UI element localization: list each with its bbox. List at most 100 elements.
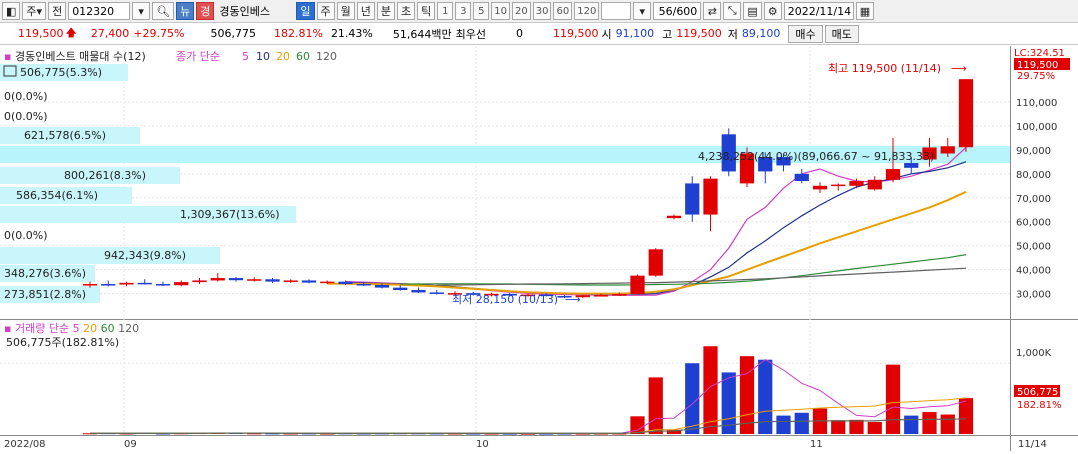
low-label: 저 <box>727 27 738 41</box>
candle-body <box>612 294 627 296</box>
tab-period-minute[interactable]: 분 <box>376 2 396 20</box>
volume-bar <box>739 356 755 434</box>
news-label: 뉴 <box>180 5 191 18</box>
chart-toolbar: ◧ 주 ▾ 전 012320 ▾ 🔍︎ 뉴 경 경동인베스 일 주 월 년 분 초… <box>0 0 1078 23</box>
price-axis-tick: 90,000 <box>1016 146 1051 157</box>
volume-profile-label: 273,851(2.8%) <box>4 288 86 301</box>
volume-bar <box>958 398 974 434</box>
draw-line-icon[interactable]: ⤡ <box>723 2 742 20</box>
open-price: 91,100 <box>615 27 655 40</box>
candle-body <box>666 215 682 219</box>
interval-120-label: 120 <box>577 5 597 17</box>
period-month-label: 월 <box>340 5 351 18</box>
candle-body <box>228 278 244 281</box>
lc-label: LC:324.51 <box>1014 48 1065 59</box>
candle-body <box>101 284 116 286</box>
candle-body <box>411 290 426 293</box>
volume-pct-tag: 182.81% <box>1017 400 1062 411</box>
x-label-nov: 11 <box>810 439 823 450</box>
tab-period-second[interactable]: 초 <box>397 2 416 20</box>
price-axis-tick: 110,000 <box>1016 98 1057 109</box>
layout-icon[interactable]: ◧ <box>2 2 21 20</box>
warning-badge[interactable]: 경 <box>196 2 215 20</box>
quote-bar: 119,500 🡅 27,400 +29.75% 506,775 182.81%… <box>0 23 1078 45</box>
code-dropdown-button[interactable]: ▾ <box>132 2 151 20</box>
interval-10[interactable]: 10 <box>491 2 511 20</box>
volume-profile-label: 586,354(6.1%) <box>16 189 98 202</box>
ma120-legend: 120 <box>316 50 337 63</box>
interval-60-label: 60 <box>556 5 570 17</box>
count-field[interactable]: 56/600 <box>653 2 702 20</box>
code-input[interactable]: 012320 <box>68 2 131 20</box>
price-axis-tick: 30,000 <box>1016 290 1051 301</box>
buy-button[interactable]: 매수 <box>788 24 823 43</box>
interval-20[interactable]: 20 <box>512 2 531 20</box>
interval-30[interactable]: 30 <box>532 2 552 20</box>
stock-name-field[interactable]: 경동인베스 <box>216 2 294 20</box>
candle-body <box>192 280 207 283</box>
chart-settings-icon[interactable]: ⇄ <box>703 2 722 20</box>
interval-5-label: 5 <box>478 5 485 17</box>
x-label-end: 11/14 <box>1018 439 1047 450</box>
candle-body <box>593 295 609 297</box>
date-field[interactable]: 2022/11/14 <box>783 2 854 20</box>
print-icon[interactable]: ▤ <box>743 2 762 20</box>
gear-icon[interactable]: ⚙ <box>763 2 782 20</box>
interval-120[interactable]: 120 <box>574 2 600 20</box>
volume-profile-label: 800,261(8.3%) <box>64 169 146 182</box>
range-annotation: 4,238,252(44.0%)(89,066.67 ~ 91,833.33) <box>698 150 934 163</box>
volume-profile-label: 348,276(3.6%) <box>4 267 86 280</box>
stock-name: 경동인베스 <box>219 5 271 18</box>
candle-body <box>867 179 882 190</box>
open-label: 시 <box>601 27 612 41</box>
chart-area[interactable]: 506,775(5.3%) 0(0.0%) 0(0.0%) 621,578(6.5%)… <box>0 46 1078 451</box>
price-axis-tick: 100,000 <box>1016 122 1057 133</box>
volume-bar <box>885 364 901 434</box>
stock-chart[interactable]: 506,775(5.3%) 0(0.0%) 0(0.0%) 621,578(6.5%)… <box>0 46 1078 451</box>
interval-30-label: 30 <box>535 5 549 17</box>
interval-5[interactable]: 5 <box>473 2 490 20</box>
period-tick-label: 틱 <box>421 5 432 18</box>
candle-body <box>831 184 846 187</box>
tab-period-month[interactable]: 월 <box>336 2 355 20</box>
price-axis: 110,000 100,000 90,000 80,000 70,000 60,000 50… <box>1016 98 1057 301</box>
interval-3[interactable]: 3 <box>455 2 472 20</box>
tab-period-week[interactable]: 주 <box>316 2 335 20</box>
candle-body <box>374 284 390 288</box>
tab-period-day[interactable]: 일 <box>296 2 315 20</box>
change-rate: +29.75% <box>133 27 185 40</box>
candle-body <box>301 280 317 283</box>
tab-period-tick[interactable]: 틱 <box>417 2 436 20</box>
price-axis-tick: 50,000 <box>1016 242 1051 253</box>
tab-period-year[interactable]: 년 <box>356 2 375 20</box>
candle-body <box>630 275 645 295</box>
interval-1-label: 1 <box>442 5 449 17</box>
news-button[interactable]: 뉴 <box>176 2 195 20</box>
ma10-legend: 10 <box>256 50 270 63</box>
interval-1[interactable]: 1 <box>437 2 454 20</box>
high-label: 고 <box>662 27 673 41</box>
turnover-rate: 21.43% <box>330 27 373 40</box>
count-value: 56/600 <box>658 4 698 18</box>
calendar-icon[interactable]: ▦ <box>855 2 875 20</box>
high-arrow-icon: ⟶ <box>951 62 967 75</box>
volume-bar <box>776 415 791 434</box>
period-select[interactable]: 전 <box>48 2 67 20</box>
price-axis-tick: 70,000 <box>1016 194 1051 205</box>
volume-bar <box>648 377 663 434</box>
search-icon[interactable]: 🔍︎ <box>152 2 175 20</box>
current-price: 119,500 <box>18 27 64 40</box>
low-annotation: 최저 28,150 (10/13) <box>452 293 558 306</box>
candle-body <box>82 284 98 286</box>
market-select[interactable]: 주 ▾ <box>22 2 47 20</box>
sell-button[interactable]: 매도 <box>824 24 859 43</box>
volume-panel-title: ▪ 거래량 단순 5 20 60 120 <box>4 322 139 335</box>
interval-60[interactable]: 60 <box>553 2 573 20</box>
volume-tag: 506,775 <box>1017 387 1058 398</box>
candle-body <box>703 178 718 215</box>
ma20-legend: 20 <box>276 50 290 63</box>
candle-body <box>338 281 353 285</box>
volume-bar <box>940 414 955 434</box>
interval-input[interactable] <box>601 2 632 20</box>
interval-dropdown-button[interactable]: ▾ <box>633 2 652 20</box>
